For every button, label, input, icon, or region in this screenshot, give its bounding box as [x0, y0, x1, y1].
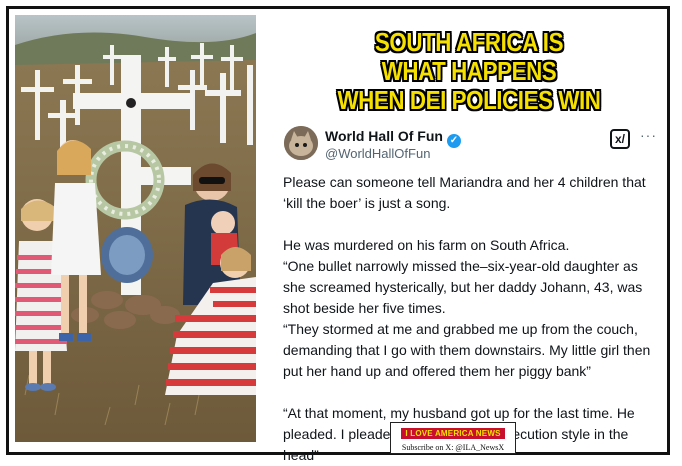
avatar[interactable]	[284, 126, 318, 160]
display-name[interactable]: World Hall Of Fun ✓	[325, 128, 461, 148]
more-options-icon[interactable]: ···	[640, 127, 657, 143]
tweet-header: World Hall Of Fun ✓ @WorldHallOfFun x/ ··…	[282, 125, 662, 165]
tweet-paragraph-1: Please can someone tell Mariandra and he…	[283, 174, 646, 211]
memorial-photo	[15, 15, 256, 442]
watermark-subscribe: Subscribe on X: @ILA_NewsX	[401, 443, 505, 452]
watermark-badge: I LOVE AMERICA NEWS Subscribe on X: @ILA…	[390, 422, 516, 454]
display-name-text[interactable]: World Hall Of Fun	[325, 128, 443, 144]
verified-badge-icon: ✓	[446, 134, 461, 148]
grok-icon[interactable]: x/	[610, 129, 630, 149]
tweet-paragraph-2: He was murdered on his farm on South Afr…	[283, 237, 570, 253]
tweet-paragraph-3: “One bullet narrowly missed the–six-year…	[283, 258, 643, 316]
headline-line-3: WHEN DEI POLICIES WIN	[337, 85, 601, 115]
headline-line-2: WHAT HAPPENS	[381, 56, 557, 86]
headline-line-1: SOUTH AFRICA IS	[374, 27, 564, 57]
user-handle[interactable]: @WorldHallOfFun	[325, 146, 430, 161]
headline: SOUTH AFRICA IS WHAT HAPPENS WHEN DEI PO…	[300, 28, 638, 115]
tweet-paragraph-4: “They stormed at me and grabbed me up fr…	[283, 321, 651, 379]
watermark-brand: I LOVE AMERICA NEWS	[401, 428, 505, 439]
